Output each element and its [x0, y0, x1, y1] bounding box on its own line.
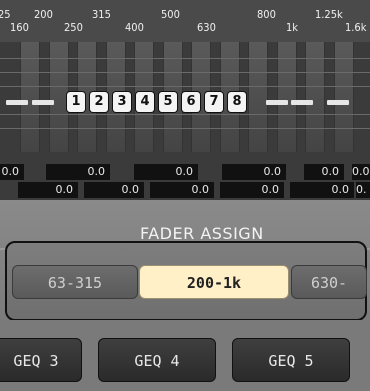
fader-number[interactable]: 7	[205, 92, 223, 112]
gain-value: 0.0	[0, 164, 24, 180]
frequency-label-row: 25 200 315 500 800 1.25k 160 250 400 630…	[0, 0, 370, 42]
fader-number-row: 1 2 3 4 5 6 7 8	[0, 92, 370, 116]
freq-label-lower: 250	[64, 21, 83, 34]
freq-label-lower: 1.6k	[345, 21, 367, 34]
gain-value: 0.0	[18, 182, 78, 198]
fader-number[interactable]: 2	[90, 92, 108, 112]
fader-grid-line	[0, 86, 370, 87]
gain-value: 0.0	[222, 164, 286, 180]
fader-number[interactable]: 3	[113, 92, 131, 112]
fader-handle[interactable]	[266, 100, 288, 105]
bank-button-630[interactable]: 630-	[291, 265, 367, 299]
gain-value: 0.0	[220, 182, 284, 198]
gain-value: 0.0	[46, 164, 110, 180]
gain-value: 0.0	[150, 182, 214, 198]
fader-number[interactable]: 6	[182, 92, 200, 112]
freq-label-lower: 1k	[286, 21, 299, 34]
fader-grid-line	[0, 58, 370, 59]
freq-label-upper: 800	[257, 8, 276, 21]
freq-label-upper: 25	[0, 8, 11, 21]
fader-handle[interactable]	[32, 100, 54, 105]
gain-value: 0.0	[352, 164, 370, 180]
fader-grid-line	[0, 128, 370, 129]
tab-geq-3[interactable]: GEQ 3	[0, 338, 82, 382]
freq-label-upper: 500	[161, 8, 180, 21]
gain-value: 0.0	[290, 182, 354, 198]
fader-strip-area: 1 2 3 4 5 6 7 8	[0, 42, 370, 152]
freq-label-upper: 200	[34, 8, 53, 21]
freq-label-lower: 630	[197, 21, 216, 34]
gain-value: 0.	[356, 182, 370, 198]
freq-label-upper: 1.25k	[315, 8, 343, 21]
fader-grid-line	[0, 72, 370, 73]
fader-number[interactable]: 1	[67, 92, 85, 112]
fader-assign-section: FADER ASSIGN 63-315 200-1k 630-	[0, 200, 370, 321]
bank-button-63-315[interactable]: 63-315	[12, 265, 138, 299]
geq-tab-bar: GEQ 3 GEQ 4 GEQ 5	[0, 320, 370, 391]
fader-handle[interactable]	[327, 100, 349, 105]
gain-value: 0.0	[84, 182, 144, 198]
gain-value: 0.0	[304, 164, 344, 180]
fader-handle[interactable]	[291, 100, 313, 105]
fader-number[interactable]: 4	[136, 92, 154, 112]
tab-geq-4[interactable]: GEQ 4	[98, 338, 216, 382]
fader-handle[interactable]	[6, 100, 28, 105]
fader-number[interactable]: 8	[228, 92, 246, 112]
freq-label-lower: 160	[10, 21, 29, 34]
geq-fader-panel: 25 200 315 500 800 1.25k 160 250 400 630…	[0, 0, 370, 200]
fader-bank-selector: 63-315 200-1k 630-	[5, 241, 367, 321]
bank-button-200-1k[interactable]: 200-1k	[139, 265, 289, 299]
freq-label-lower: 400	[125, 21, 144, 34]
gain-value: 0.0	[134, 164, 198, 180]
gain-values-row: 0.0 0.0 0.0 0.0 0.0 0.	[0, 182, 370, 200]
tab-geq-5[interactable]: GEQ 5	[232, 338, 350, 382]
fader-number[interactable]: 5	[159, 92, 177, 112]
freq-label-upper: 315	[92, 8, 111, 21]
gain-values-row: 0.0 0.0 0.0 0.0 0.0 0.0	[0, 164, 370, 182]
